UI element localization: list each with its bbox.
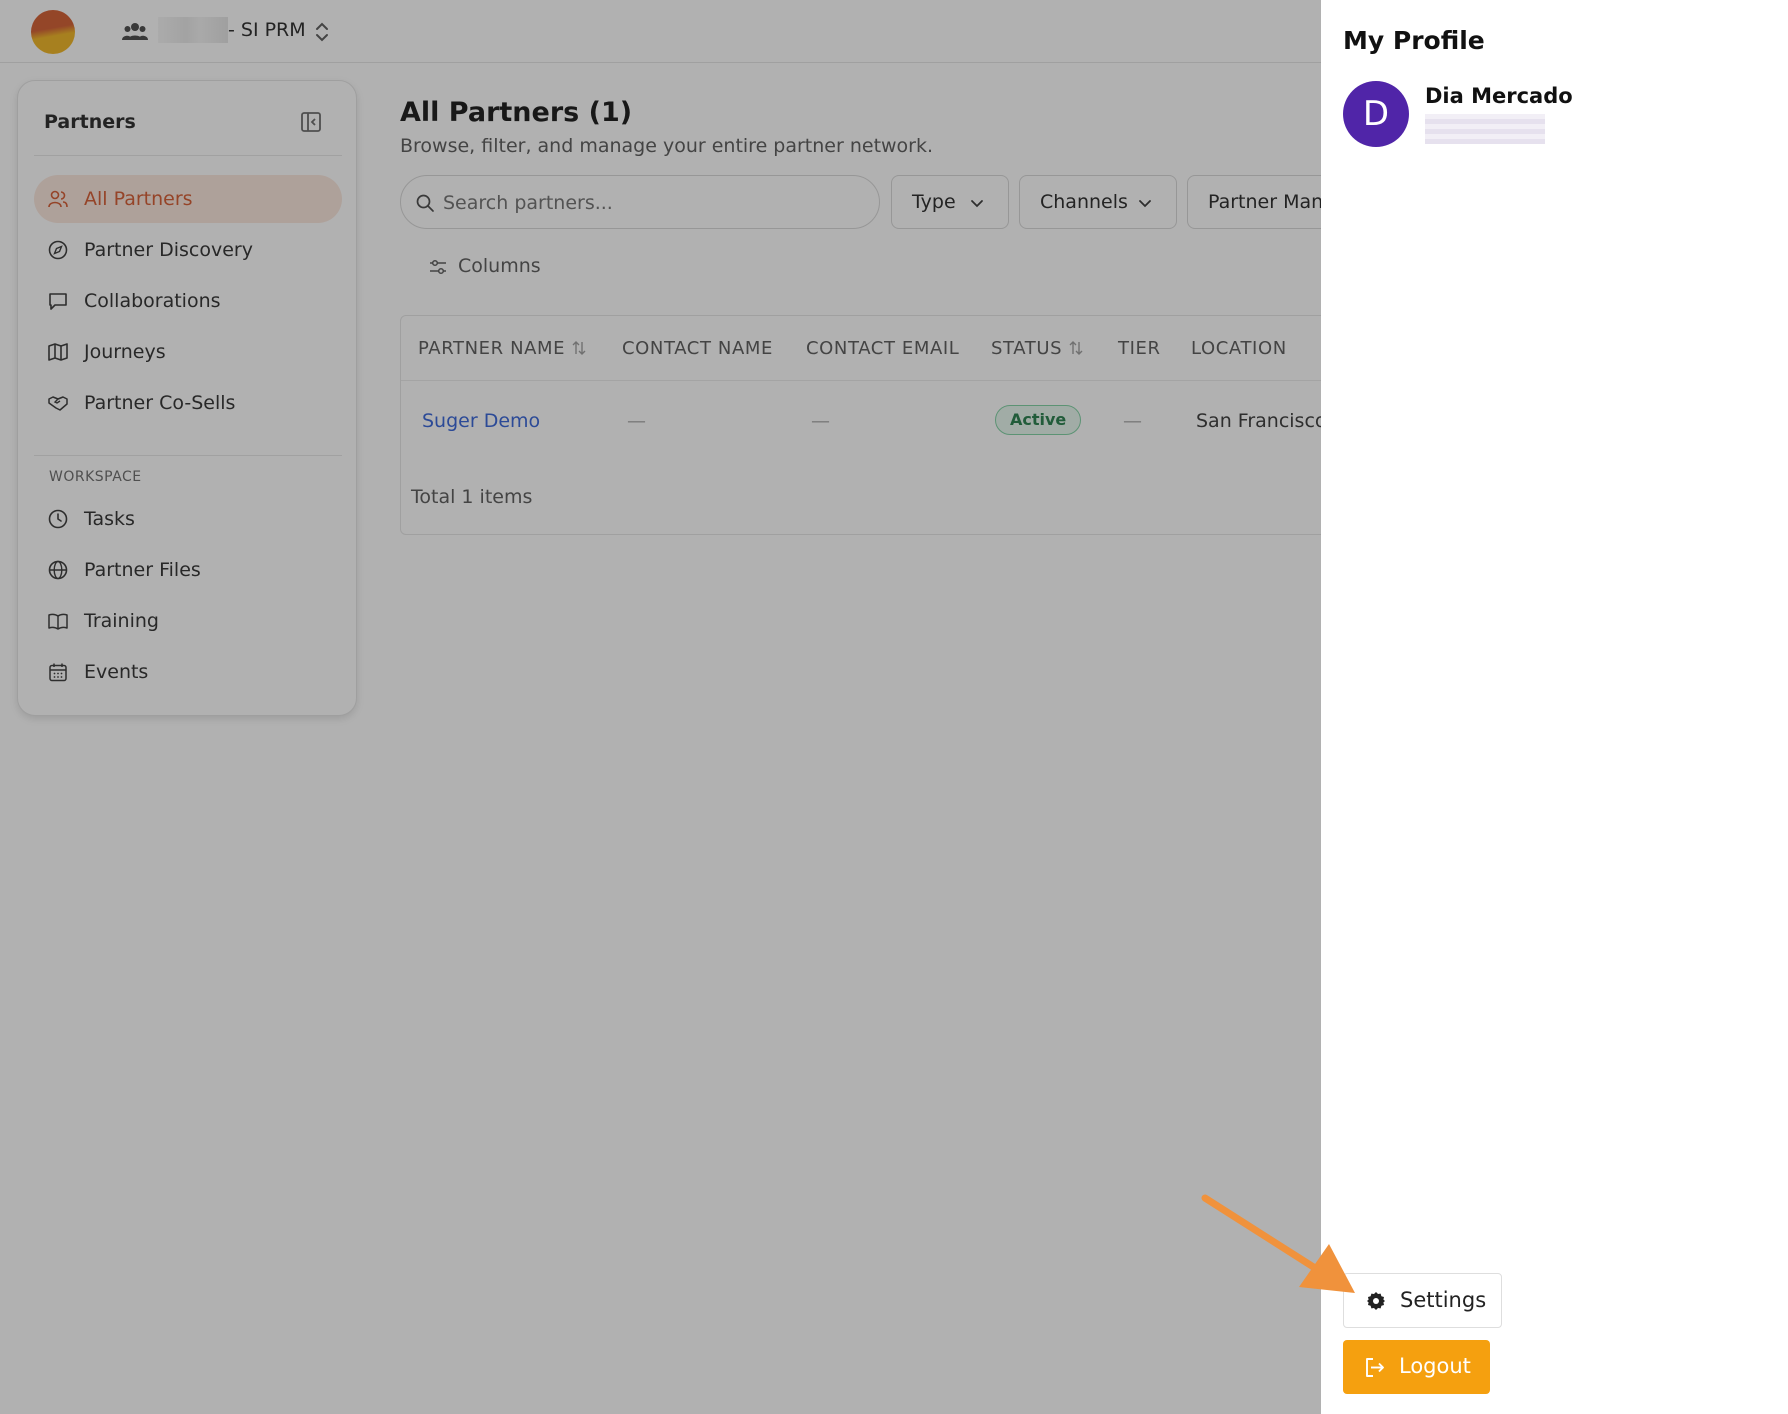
drawer-title: My Profile bbox=[1343, 26, 1485, 55]
profile-drawer: My Profile D Dia Mercado Settings Logout bbox=[1321, 0, 1788, 1414]
avatar: D bbox=[1343, 81, 1409, 147]
user-email-redacted bbox=[1425, 114, 1545, 144]
logout-button[interactable]: Logout bbox=[1343, 1340, 1490, 1394]
app-root: - SI PRM Partners All Partners Partner D… bbox=[0, 0, 1788, 1414]
annotation-arrow-icon bbox=[1201, 1194, 1355, 1293]
user-name: Dia Mercado bbox=[1425, 84, 1573, 108]
logout-label: Logout bbox=[1399, 1354, 1471, 1378]
logout-icon bbox=[1366, 1358, 1384, 1377]
settings-button[interactable]: Settings bbox=[1343, 1273, 1502, 1328]
modal-backdrop[interactable] bbox=[0, 0, 1321, 1414]
gear-icon bbox=[1367, 1292, 1385, 1310]
settings-label: Settings bbox=[1400, 1288, 1487, 1312]
